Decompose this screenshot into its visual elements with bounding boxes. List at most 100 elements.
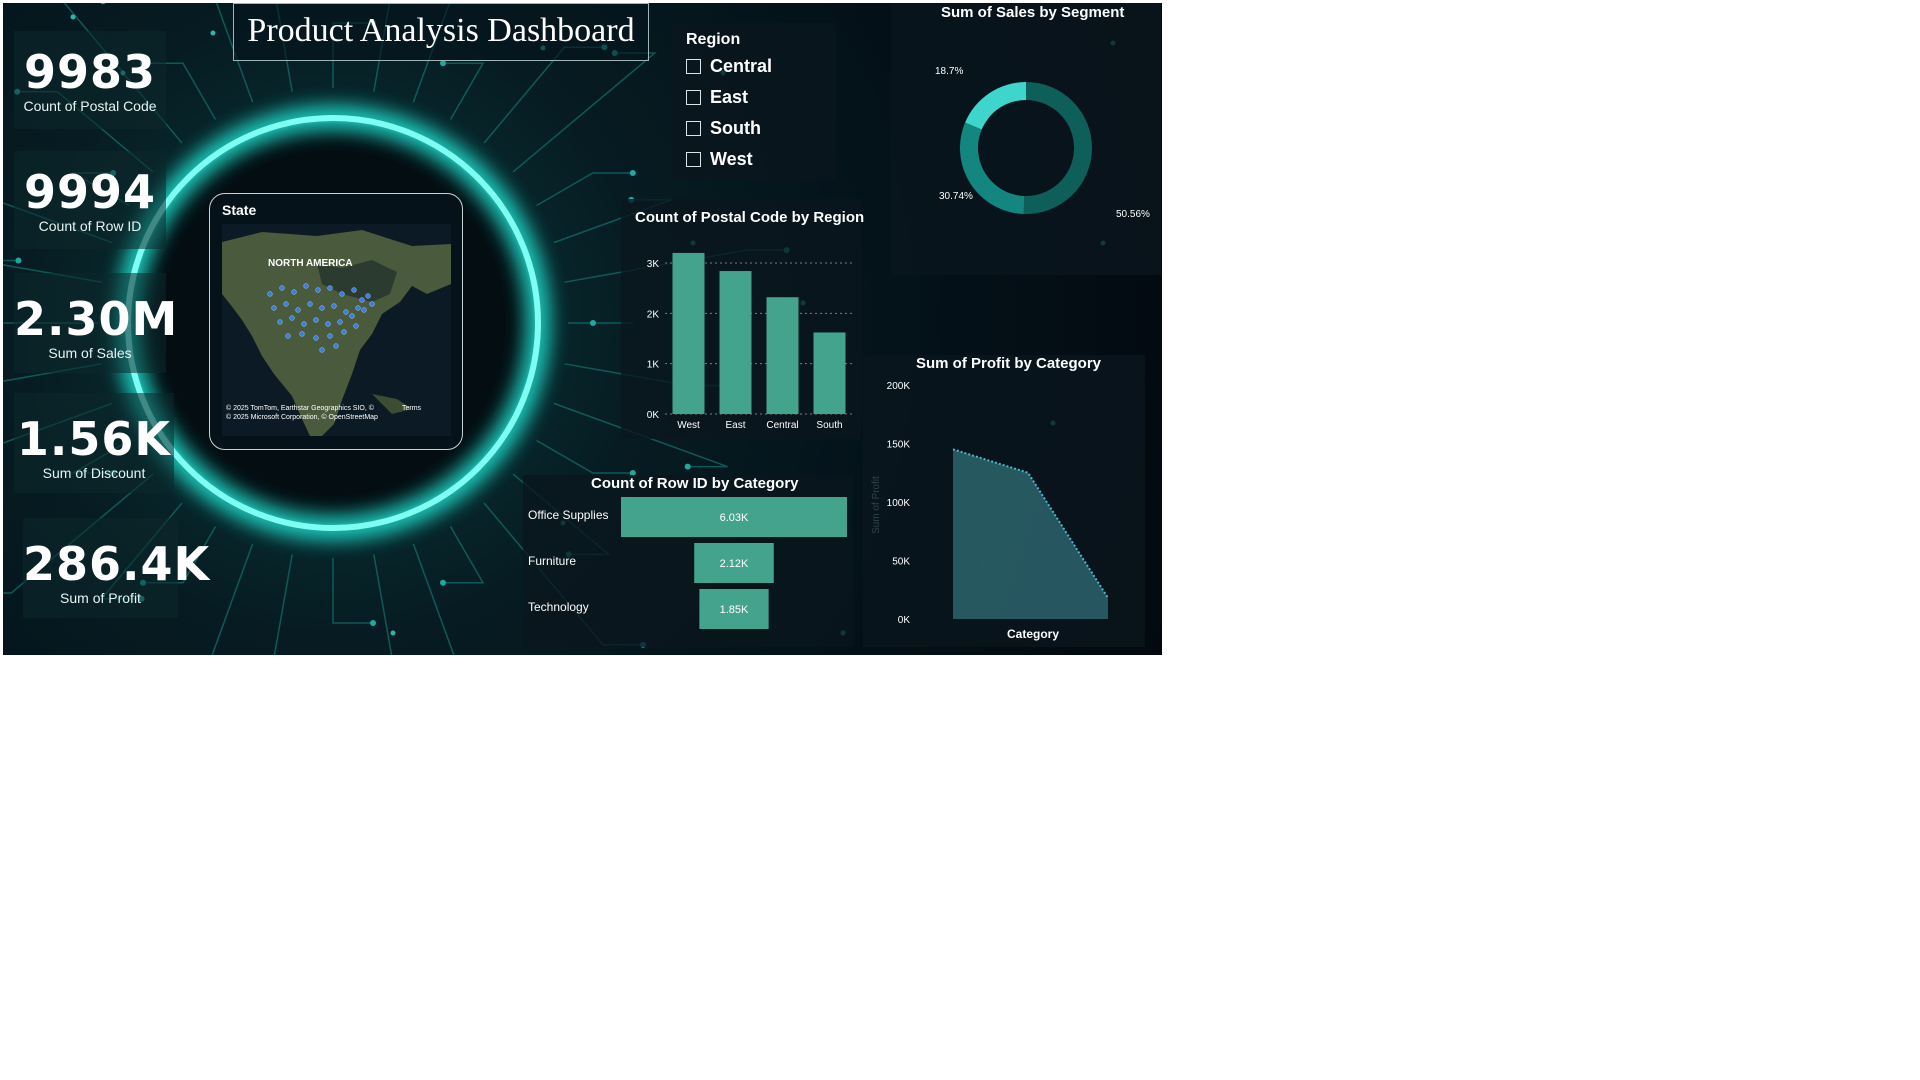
checkbox[interactable] xyxy=(686,151,701,167)
sales-by-segment-panel: Sum of Sales by Segment 50.56% 30.74% 18.7… xyxy=(891,3,1161,275)
state-marker[interactable] xyxy=(349,313,355,319)
state-marker[interactable] xyxy=(313,335,319,341)
postal-by-region-panel: Count of Postal Code by Region 0K 1K 2K 3K W… xyxy=(621,199,864,439)
map-graphic: NORTH AMERICA © 2025 TomTom, Earthstar G… xyxy=(222,224,451,436)
profit-by-category-chart[interactable]: 0K 50K 100K 150K 200K Category Sum of Profit xyxy=(863,355,1145,647)
checkbox[interactable] xyxy=(686,120,701,136)
state-marker[interactable] xyxy=(315,287,321,293)
kpi-label: Count of Postal Code xyxy=(23,98,157,114)
state-marker[interactable] xyxy=(303,283,309,289)
donut-slice[interactable] xyxy=(1023,82,1092,214)
region-option-south[interactable]: South xyxy=(686,116,761,140)
funnel-value-label: 6.03K xyxy=(720,512,749,524)
state-marker[interactable] xyxy=(289,315,295,321)
state-marker[interactable] xyxy=(343,309,349,315)
circuit-node xyxy=(440,579,446,586)
state-marker[interactable] xyxy=(313,317,319,323)
y-axis-label: Sum of Profit xyxy=(871,476,882,534)
y-tick-label: 0K xyxy=(647,410,660,421)
kpi-count-postal-code: 9983 Count of Postal Code xyxy=(14,31,166,129)
region-option-central[interactable]: Central xyxy=(686,54,772,78)
region-option-label: West xyxy=(710,148,753,169)
state-marker[interactable] xyxy=(333,343,339,349)
state-marker[interactable] xyxy=(331,303,337,309)
kpi-count-row-id: 9994 Count of Row ID xyxy=(14,151,166,249)
bar-west[interactable] xyxy=(672,252,705,414)
state-marker[interactable] xyxy=(361,307,367,313)
state-marker[interactable] xyxy=(355,305,361,311)
region-option-label: East xyxy=(710,86,749,107)
checkbox[interactable] xyxy=(686,58,701,74)
x-tick-label: East xyxy=(725,420,745,431)
region-option-west[interactable]: West xyxy=(686,147,753,171)
kpi-value: 2.30M xyxy=(14,292,179,346)
map-title: State xyxy=(222,202,257,218)
map-continent-label: NORTH AMERICA xyxy=(268,258,353,269)
bar-central[interactable] xyxy=(766,297,799,414)
state-marker[interactable] xyxy=(339,291,345,297)
circuit-node xyxy=(15,257,22,264)
bar-east[interactable] xyxy=(719,271,752,414)
particle xyxy=(390,630,396,636)
state-marker[interactable] xyxy=(291,289,297,295)
state-marker[interactable] xyxy=(351,287,357,293)
state-marker[interactable] xyxy=(369,301,375,307)
kpi-sum-discount: 1.56K Sum of Discount xyxy=(14,393,174,493)
y-tick-label: 150K xyxy=(887,440,911,451)
state-marker[interactable] xyxy=(283,301,289,307)
state-marker[interactable] xyxy=(337,319,343,325)
x-tick-label: West xyxy=(677,420,700,431)
area-fill[interactable] xyxy=(953,449,1108,619)
bar-south[interactable] xyxy=(813,332,846,414)
kpi-label: Sum of Sales xyxy=(48,345,132,361)
sales-by-segment-chart[interactable]: 50.56% 30.74% 18.7% xyxy=(891,3,1161,275)
region-option-label: Central xyxy=(710,55,773,76)
state-marker[interactable] xyxy=(327,285,333,291)
state-marker[interactable] xyxy=(285,333,291,339)
rows-by-category-chart[interactable]: 6.03K Office Supplies 2.12K Furniture 1.85K T… xyxy=(523,475,853,647)
state-marker[interactable] xyxy=(359,297,365,303)
slice-label: 50.56% xyxy=(1116,209,1150,220)
particle xyxy=(70,14,76,20)
state-marker[interactable] xyxy=(365,293,371,299)
state-marker[interactable] xyxy=(341,329,347,335)
x-tick-label: Central xyxy=(766,420,798,431)
checkbox[interactable] xyxy=(686,89,701,105)
slicer-title: Region xyxy=(686,31,741,48)
funnel-category-label: Office Supplies xyxy=(528,508,609,522)
y-tick-label: 50K xyxy=(892,557,910,568)
region-slicer: Region Central East South West xyxy=(672,23,836,179)
state-marker[interactable] xyxy=(299,331,305,337)
state-marker[interactable] xyxy=(353,323,359,329)
state-map-card[interactable]: State NORTH AMERICA © 2025 TomTom, Earth… xyxy=(209,193,463,450)
y-tick-label: 2K xyxy=(647,309,660,320)
state-marker[interactable] xyxy=(277,319,283,325)
map-attribution-terms[interactable]: Terms xyxy=(402,405,422,412)
map-attribution-1: © 2025 TomTom, Earthstar Geographics SIO… xyxy=(226,404,375,412)
state-marker[interactable] xyxy=(271,305,277,311)
state-marker[interactable] xyxy=(295,307,301,313)
map-attribution-2: © 2025 Microsoft Corporation, © OpenStre… xyxy=(226,413,378,421)
kpi-value: 1.56K xyxy=(16,412,172,466)
profit-by-category-panel: Sum of Profit by Category 0K 50K 100K 150K 2… xyxy=(863,355,1145,647)
circuit-node xyxy=(590,320,596,326)
state-marker[interactable] xyxy=(267,291,273,297)
postal-by-region-chart[interactable]: 0K 1K 2K 3K West East Central South xyxy=(621,199,861,439)
circuit-node xyxy=(629,170,636,176)
state-marker[interactable] xyxy=(319,347,325,353)
kpi-value: 9994 xyxy=(23,165,157,219)
state-marker[interactable] xyxy=(301,321,307,327)
rows-by-category-panel: Count of Row ID by Category 6.03K Office … xyxy=(523,475,853,647)
region-option-label: South xyxy=(710,117,761,138)
state-marker[interactable] xyxy=(325,321,331,327)
state-marker[interactable] xyxy=(319,305,325,311)
x-axis-label: Category xyxy=(1007,627,1059,641)
donut-slice[interactable] xyxy=(965,82,1026,130)
state-marker[interactable] xyxy=(327,333,333,339)
y-tick-label: 0K xyxy=(898,615,911,626)
state-marker[interactable] xyxy=(307,301,313,307)
region-option-east[interactable]: East xyxy=(686,85,748,109)
state-map[interactable]: NORTH AMERICA © 2025 TomTom, Earthstar G… xyxy=(222,224,451,436)
state-marker[interactable] xyxy=(279,285,285,291)
dashboard-canvas: 9983 Count of Postal Code 9994 Count of … xyxy=(3,3,1162,655)
